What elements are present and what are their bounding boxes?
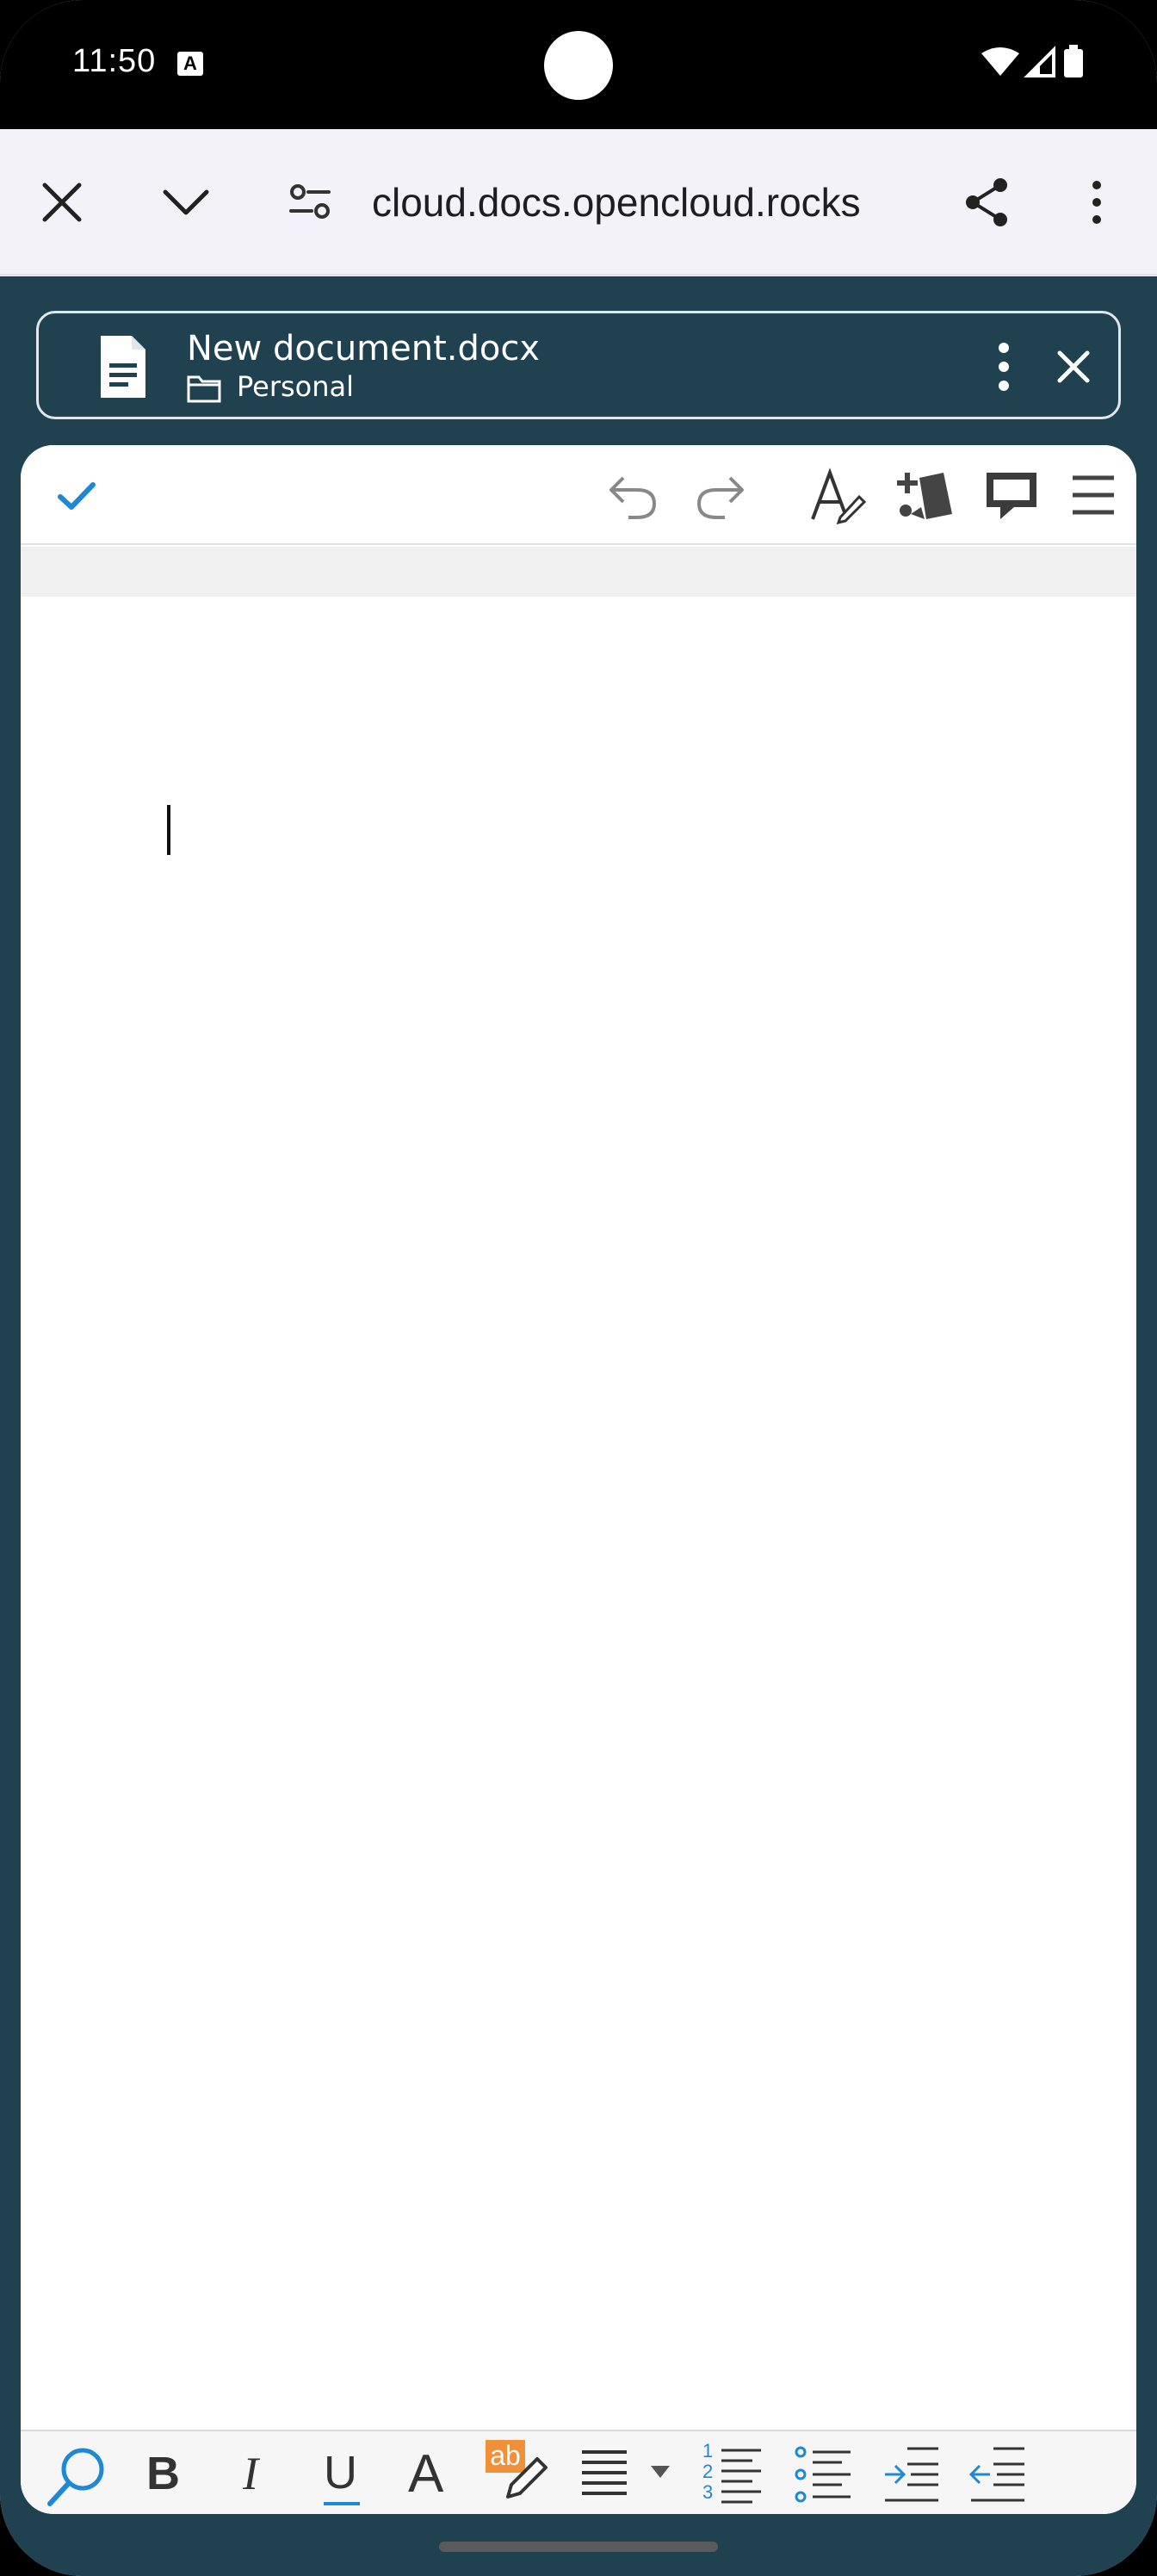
- dropdown-arrow-icon[interactable]: [649, 2464, 671, 2481]
- browser-toolbar: cloud.docs.opencloud.rocks: [0, 129, 1157, 276]
- battery-icon: [1064, 45, 1083, 77]
- numbered-list-icon[interactable]: 1 2 3: [702, 2440, 763, 2507]
- underline-bar: [324, 2502, 360, 2505]
- phone-screen: 11:50 A cloud.docs.opencloud.rocks New d…: [0, 0, 1157, 2576]
- list-digit-3: 3: [702, 2481, 714, 2503]
- pencil-icon: [506, 2457, 548, 2499]
- search-icon[interactable]: [45, 2443, 110, 2509]
- underline-icon[interactable]: U: [324, 2447, 367, 2507]
- gesture-nav-handle[interactable]: [439, 2542, 718, 2552]
- bold-icon[interactable]: B: [146, 2447, 180, 2500]
- more-vert-icon[interactable]: [991, 339, 1017, 394]
- editor-toolbar: [21, 445, 1136, 545]
- share-icon[interactable]: [961, 176, 1012, 228]
- italic-icon[interactable]: I: [243, 2447, 258, 2500]
- hamburger-menu-icon[interactable]: [1069, 471, 1117, 519]
- highlight-icon[interactable]: ab: [486, 2440, 551, 2504]
- folder-name[interactable]: Personal: [237, 370, 354, 403]
- text-style-icon[interactable]: [809, 468, 866, 524]
- underline-label: U: [324, 2447, 357, 2499]
- status-bar: 11:50 A: [0, 0, 1157, 129]
- folder-icon: [187, 375, 221, 403]
- wifi-icon: [981, 47, 1019, 76]
- list-digit-1: 1: [702, 2440, 714, 2461]
- more-vert-icon[interactable]: [1071, 176, 1123, 228]
- document-icon: [101, 336, 145, 398]
- site-settings-icon[interactable]: [284, 176, 336, 228]
- insert-icon[interactable]: [895, 466, 956, 526]
- status-icons: [980, 45, 1092, 79]
- bullet-list-icon[interactable]: [794, 2443, 854, 2505]
- file-name: New document.docx: [187, 329, 541, 368]
- outdent-icon[interactable]: [968, 2443, 1028, 2505]
- indent-icon[interactable]: [882, 2443, 942, 2505]
- document-canvas[interactable]: [21, 597, 1136, 2430]
- list-digit-2: 2: [702, 2461, 714, 2482]
- url-bar[interactable]: cloud.docs.opencloud.rocks: [372, 176, 861, 228]
- checkmark-icon[interactable]: [55, 474, 98, 517]
- comment-icon[interactable]: [983, 469, 1040, 523]
- redo-icon[interactable]: [694, 469, 747, 523]
- file-header: New document.docx Personal: [36, 311, 1121, 419]
- text-caret: [167, 805, 170, 855]
- ruler-strip: [21, 547, 1136, 597]
- docs-app: New document.docx Personal B I U A ab 1 …: [0, 276, 1157, 2576]
- close-icon[interactable]: [36, 176, 88, 228]
- status-time: 11:50: [72, 43, 157, 79]
- format-toolbar: B I U A ab 1 2 3: [21, 2430, 1136, 2514]
- notification-icon: A: [177, 52, 203, 76]
- chevron-down-icon[interactable]: [160, 176, 212, 228]
- signal-icon: [1024, 46, 1055, 77]
- editor-card: B I U A ab 1 2 3: [21, 445, 1136, 2514]
- camera-cutout: [544, 31, 613, 100]
- close-icon[interactable]: [1053, 346, 1094, 387]
- undo-icon[interactable]: [606, 469, 659, 523]
- font-color-icon[interactable]: A: [408, 2443, 443, 2505]
- align-icon[interactable]: [578, 2447, 630, 2502]
- list-lines: [721, 2449, 761, 2504]
